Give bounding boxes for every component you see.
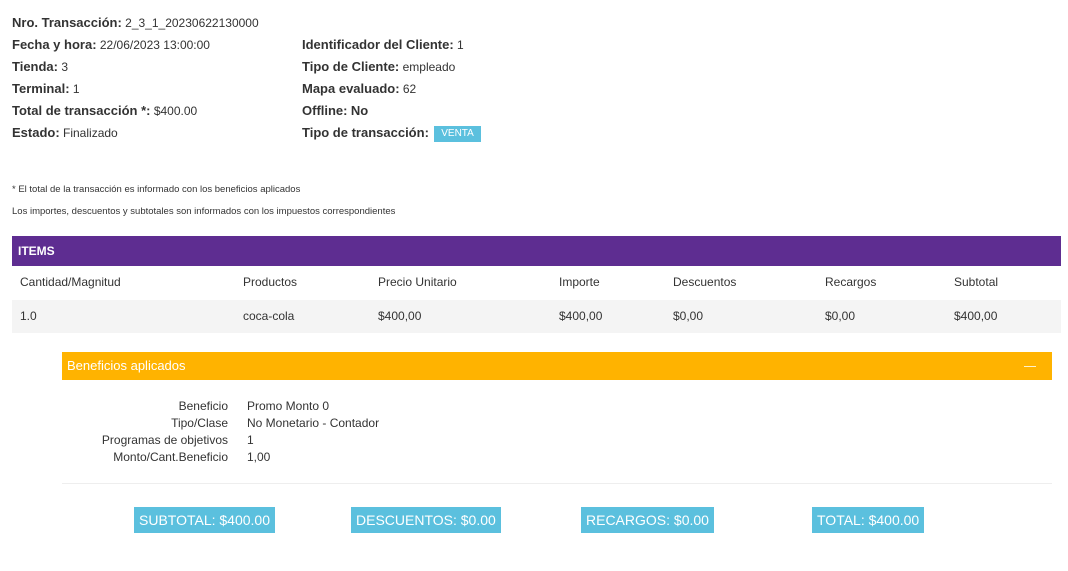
tipo-transaccion-row: Tipo de transacción: VENTA xyxy=(302,124,481,146)
items-table: Cantidad/Magnitud Productos Precio Unita… xyxy=(12,266,1061,333)
column-importe: Importe xyxy=(559,275,600,289)
cell-producto: coca-cola xyxy=(243,309,295,323)
beneficio-value: Promo Monto 0 xyxy=(247,399,330,413)
cell-importe: $400,00 xyxy=(559,309,603,323)
nro-transaccion-value: 2_3_1_20230622130000 xyxy=(125,16,259,30)
transaction-info-right: Identificador del Cliente: 1 Tipo de Cli… xyxy=(302,36,481,146)
tienda-label: Tienda: xyxy=(12,59,58,74)
tipo-cliente-value: empleado xyxy=(402,60,456,74)
column-subtotal: Subtotal xyxy=(954,275,999,289)
items-table-header-row: Cantidad/Magnitud Productos Precio Unita… xyxy=(12,266,1061,300)
nro-transaccion-row: Nro. Transacción: 2_3_1_20230622130000 xyxy=(12,14,259,36)
recargos-badge: RECARGOS: $0.00 xyxy=(581,507,714,533)
total-badge: TOTAL: $400.00 xyxy=(812,507,925,533)
beneficio-key: Beneficio xyxy=(178,399,228,413)
offline-row: Offline: No xyxy=(302,102,481,124)
monto-beneficio-value: 1,00 xyxy=(247,450,271,464)
beneficios-panel: Beneficios aplicados Beneficio Promo Mon… xyxy=(62,352,1052,484)
offline-value: No xyxy=(350,103,369,118)
mapa-evaluado-value: 62 xyxy=(402,82,417,96)
subtotal-badge: SUBTOTAL: $400.00 xyxy=(134,507,275,533)
notes: * El total de la transacción es informad… xyxy=(12,183,395,227)
nro-transaccion-label: Nro. Transacción: xyxy=(12,15,122,30)
collapse-icon[interactable] xyxy=(1024,366,1036,367)
fecha-hora-label: Fecha y hora: xyxy=(12,37,97,52)
cell-subtotal: $400,00 xyxy=(954,309,998,323)
terminal-value: 1 xyxy=(72,82,80,96)
tipo-transaccion-label: Tipo de transacción: xyxy=(302,125,429,140)
total-transaccion-row: Total de transacción *: $400.00 xyxy=(12,102,259,124)
cliente-id-row: Identificador del Cliente: 1 xyxy=(302,36,481,58)
tipo-transaccion-badge: VENTA xyxy=(434,125,481,142)
descuentos-badge: DESCUENTOS: $0.00 xyxy=(351,507,501,533)
cell-descuentos: $0,00 xyxy=(673,309,704,323)
beneficios-body: Beneficio Promo Monto 0 Tipo/Clase No Mo… xyxy=(62,380,1052,484)
cliente-id-label: Identificador del Cliente: xyxy=(302,37,454,52)
beneficios-title: Beneficios aplicados xyxy=(67,358,186,373)
transaction-info-left: Nro. Transacción: 2_3_1_20230622130000 F… xyxy=(12,14,259,146)
programas-objetivos-value: 1 xyxy=(247,433,254,447)
note-impuestos: Los importes, descuentos y subtotales so… xyxy=(12,206,396,217)
cliente-id-value: 1 xyxy=(457,38,464,52)
programas-objetivos-key: Programas de objetivos xyxy=(101,433,228,447)
beneficios-header[interactable]: Beneficios aplicados xyxy=(62,352,1052,380)
terminal-label: Terminal: xyxy=(12,81,70,96)
tienda-value: 3 xyxy=(61,60,69,74)
tipo-clase-key: Tipo/Clase xyxy=(171,416,228,430)
tipo-cliente-row: Tipo de Cliente: empleado xyxy=(302,58,481,80)
column-descuentos: Descuentos xyxy=(673,275,737,289)
column-productos: Productos xyxy=(243,275,298,289)
tipo-cliente-label: Tipo de Cliente: xyxy=(302,59,400,74)
terminal-row: Terminal: 1 xyxy=(12,80,259,102)
table-row: 1.0 coca-cola $400,00 $400,00 $0,00 $0,0… xyxy=(12,300,1061,333)
estado-value: Finalizado xyxy=(63,126,118,140)
mapa-evaluado-label: Mapa evaluado: xyxy=(302,81,400,96)
estado-label: Estado: xyxy=(12,125,60,140)
column-cantidad: Cantidad/Magnitud xyxy=(20,275,121,289)
cell-precio-unitario: $400,00 xyxy=(378,309,422,323)
note-total-beneficios: * El total de la transacción es informad… xyxy=(12,184,301,195)
mapa-evaluado-row: Mapa evaluado: 62 xyxy=(302,80,481,102)
items-header: ITEMS xyxy=(12,236,1061,266)
total-transaccion-value: $400.00 xyxy=(153,104,198,118)
cell-cantidad: 1.0 xyxy=(20,309,37,323)
offline-label: Offline: xyxy=(302,103,348,118)
estado-row: Estado: Finalizado xyxy=(12,124,259,146)
monto-beneficio-key: Monto/Cant.Beneficio xyxy=(113,450,228,464)
column-precio-unitario: Precio Unitario xyxy=(378,275,457,289)
cell-recargos: $0,00 xyxy=(825,309,856,323)
fecha-hora-value: 22/06/2023 13:00:00 xyxy=(99,38,210,52)
tienda-row: Tienda: 3 xyxy=(12,58,259,80)
fecha-hora-row: Fecha y hora: 22/06/2023 13:00:00 xyxy=(12,36,259,58)
column-recargos: Recargos xyxy=(825,275,877,289)
total-transaccion-label: Total de transacción *: xyxy=(12,103,151,118)
tipo-clase-value: No Monetario - Contador xyxy=(247,416,380,430)
